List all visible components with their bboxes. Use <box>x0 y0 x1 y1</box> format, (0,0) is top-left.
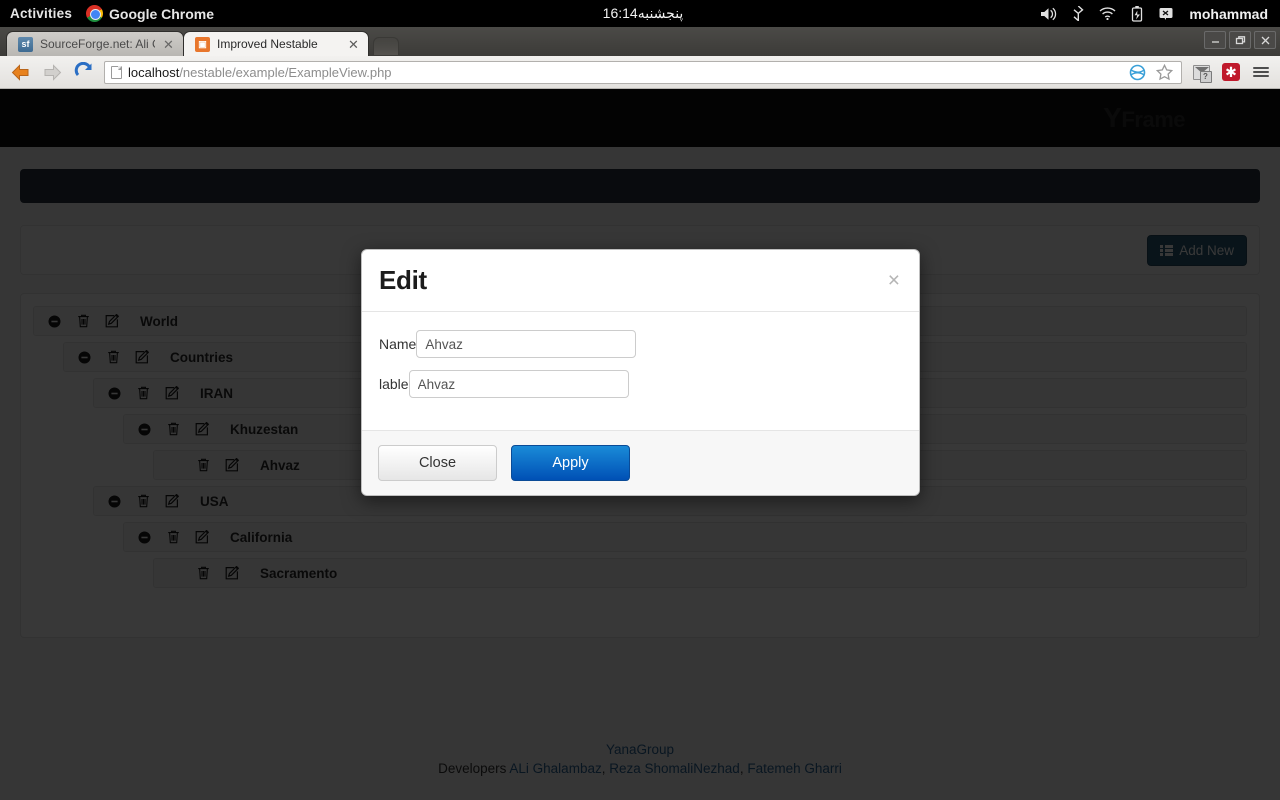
url-text: localhost/nestable/example/ExampleView.p… <box>128 65 392 80</box>
modal-title: Edit <box>379 265 427 296</box>
page-info-icon <box>111 66 122 79</box>
back-button[interactable] <box>8 60 32 84</box>
keyboard-layout-icon <box>1159 7 1174 21</box>
tab-close-icon[interactable]: ✕ <box>347 38 360 51</box>
browser-tab-nestable[interactable]: ▣ Improved Nestable ✕ <box>183 31 369 56</box>
modal-header: Edit × <box>362 250 919 312</box>
translate-icon[interactable] <box>1126 61 1148 83</box>
url-path: /nestable/example/ExampleView.php <box>179 65 391 80</box>
tab-close-icon[interactable]: ✕ <box>162 38 175 51</box>
form-row-name: Name <box>379 330 902 358</box>
tab-strip: sf SourceForge.net: Ali Ghal ✕ ▣ Improve… <box>0 27 1280 56</box>
forward-button[interactable] <box>40 60 64 84</box>
tab-title: SourceForge.net: Ali Ghal <box>40 37 155 51</box>
mail-extension-icon[interactable] <box>1190 61 1212 83</box>
close-icon[interactable]: × <box>888 265 902 291</box>
chrome-logo-icon <box>86 5 103 22</box>
apply-button[interactable]: Apply <box>511 445 630 481</box>
bluetooth-icon <box>1073 6 1084 21</box>
address-bar[interactable]: localhost/nestable/example/ExampleView.p… <box>104 61 1182 84</box>
web-page: YFrame Add New <box>0 89 1280 800</box>
sourceforge-favicon-icon: sf <box>18 37 33 52</box>
system-status-area[interactable]: mohammad <box>1041 6 1280 22</box>
tab-title: Improved Nestable <box>217 37 340 51</box>
form-row-lable: lable <box>379 370 902 398</box>
chrome-window: sf SourceForge.net: Ali Ghal ✕ ▣ Improve… <box>0 27 1280 800</box>
activities-button[interactable]: Activities <box>0 6 86 21</box>
clock-day: پنجشنبه <box>638 5 684 21</box>
url-host: localhost <box>128 65 179 80</box>
active-app-label: Google Chrome <box>109 6 214 22</box>
window-controls <box>1204 31 1276 49</box>
edit-modal: Edit × Name lable Close Apply <box>361 249 920 496</box>
close-button[interactable] <box>1254 31 1276 49</box>
clock-time: 16:14 <box>603 5 638 21</box>
name-label: Name <box>379 336 416 352</box>
lable-input[interactable] <box>409 370 629 398</box>
modal-footer: Close Apply <box>362 430 919 495</box>
modal-body: Name lable <box>362 312 919 430</box>
browser-toolbar: localhost/nestable/example/ExampleView.p… <box>0 56 1280 89</box>
active-app-indicator[interactable]: Google Chrome <box>86 5 214 22</box>
close-button[interactable]: Close <box>378 445 497 481</box>
omnibox-actions <box>1126 61 1175 83</box>
volume-icon <box>1041 7 1058 21</box>
browser-tab-sourceforge[interactable]: sf SourceForge.net: Ali Ghal ✕ <box>6 31 184 56</box>
new-tab-button[interactable] <box>373 37 399 55</box>
name-input[interactable] <box>416 330 636 358</box>
wifi-icon <box>1099 7 1116 20</box>
reload-button[interactable] <box>72 60 96 84</box>
user-name[interactable]: mohammad <box>1189 6 1268 22</box>
lable-label: lable <box>379 376 409 392</box>
asterisk-extension-icon[interactable]: ✱ <box>1220 61 1242 83</box>
battery-charging-icon <box>1131 6 1144 22</box>
bookmark-star-icon[interactable] <box>1153 61 1175 83</box>
chrome-menu-button[interactable] <box>1250 61 1272 83</box>
gnome-top-bar: Activities Google Chrome پنجشنبه16:14 mo… <box>0 0 1280 27</box>
maximize-button[interactable] <box>1229 31 1251 49</box>
nestable-favicon-icon: ▣ <box>195 37 210 52</box>
minimize-button[interactable] <box>1204 31 1226 49</box>
